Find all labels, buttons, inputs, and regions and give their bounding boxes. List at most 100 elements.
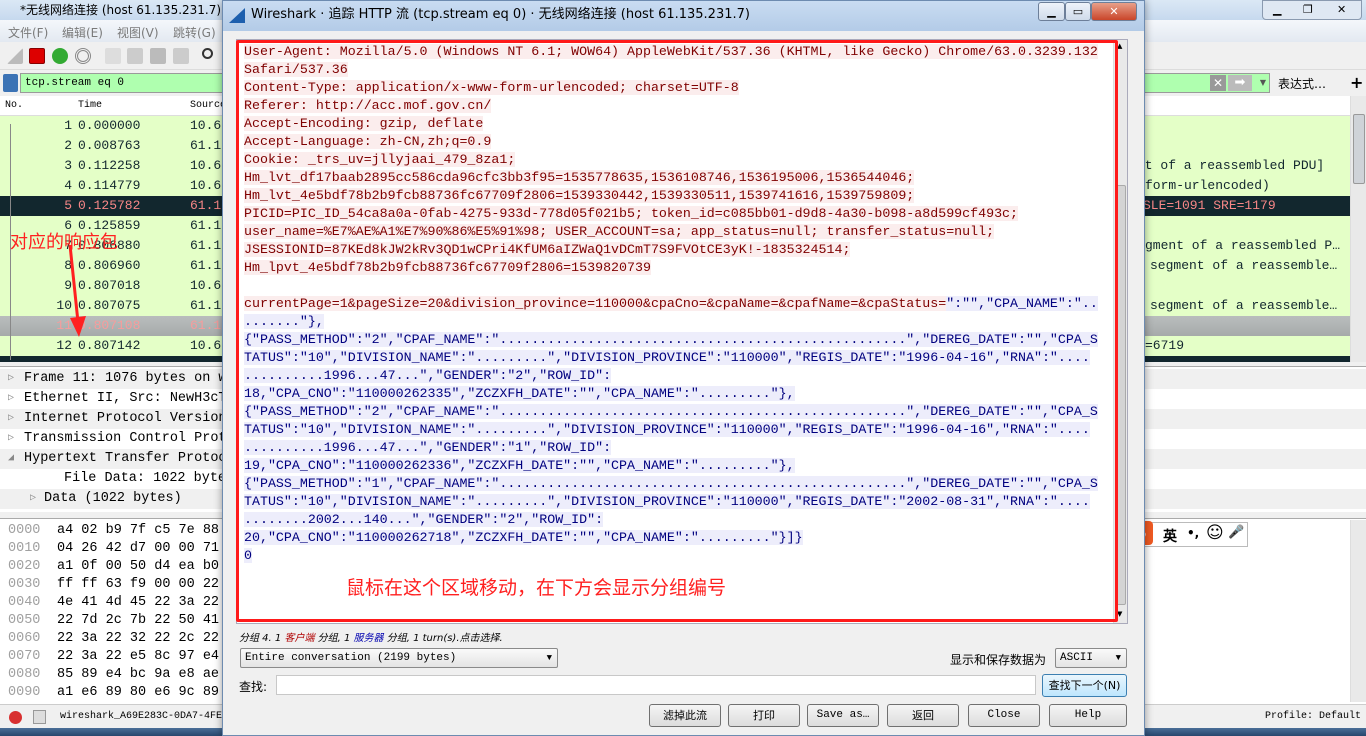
filter-history-dropdown-icon[interactable]: ▼: [1256, 75, 1270, 91]
hex-bytes: 85 89 e4 bc 9a e8 ae: [57, 667, 220, 682]
close-file-icon[interactable]: [150, 48, 166, 64]
ime-punctuation-icon[interactable]: •,: [1187, 526, 1199, 540]
hover-annotation: 鼠标在这个区域移动，在下方会显示分组编号: [346, 577, 727, 599]
highlight-box: [236, 40, 1118, 622]
conversation-select[interactable]: Entire conversation (2199 bytes) ▼: [240, 648, 558, 668]
chevron-down-icon: ▼: [1115, 653, 1121, 663]
scrollbar-thumb[interactable]: [1353, 114, 1365, 184]
clear-filter-icon[interactable]: ✕: [1210, 75, 1226, 91]
capture-comment-icon[interactable]: [33, 710, 46, 724]
dialog-minimize-button[interactable]: ▁: [1038, 2, 1065, 21]
hex-bytes: 22 7d 2c 7b 22 50 41: [57, 613, 220, 628]
expander-icon[interactable]: ◢: [8, 449, 14, 469]
status-mid: 分组, 1: [314, 633, 354, 644]
packet-source: 61.1: [190, 238, 222, 253]
expression-button[interactable]: 表达式…: [1278, 75, 1326, 92]
column-no[interactable]: No.: [5, 96, 23, 116]
packet-no: 2: [64, 138, 72, 153]
filter-out-stream-button[interactable]: 滤掉此流: [649, 704, 721, 727]
packet-source: 10.6: [190, 158, 222, 173]
menu-view[interactable]: 视图(V): [117, 24, 159, 41]
detail-text: Internet Protocol Version: [24, 411, 227, 426]
dialog-title-bar[interactable]: Wireshark · 追踪 HTTP 流 (tcp.stream eq 0) …: [223, 1, 1144, 31]
show-as-select[interactable]: ASCII ▼: [1055, 648, 1127, 668]
packet-source: 10.6: [190, 118, 222, 133]
ime-emoji-icon[interactable]: ☺: [1206, 523, 1224, 543]
packet-time: 0.008763: [78, 138, 141, 153]
packet-source: 10.6: [190, 178, 222, 193]
packet-list-scrollbar[interactable]: [1350, 96, 1366, 362]
close-button[interactable]: Close: [968, 704, 1040, 727]
restart-capture-icon[interactable]: [52, 48, 68, 64]
help-button[interactable]: Help: [1049, 704, 1127, 727]
search-icon[interactable]: [202, 48, 213, 59]
detail-text: Hypertext Transfer Protoc: [24, 451, 227, 466]
back-button[interactable]: 返回: [887, 704, 959, 727]
hex-offset: 0060: [8, 631, 41, 646]
packet-no: 4: [64, 178, 72, 193]
hex-offset: 0040: [8, 595, 41, 610]
menu-edit[interactable]: 编辑(E): [62, 24, 103, 41]
follow-http-stream-dialog: Wireshark · 追踪 HTTP 流 (tcp.stream eq 0) …: [222, 0, 1145, 736]
shark-fin-start-icon[interactable]: [7, 48, 23, 64]
ime-language-toggle[interactable]: 英: [1163, 526, 1177, 546]
minimize-icon[interactable]: ▁: [1273, 3, 1281, 16]
expander-icon[interactable]: ▷: [8, 369, 14, 389]
save-as-button[interactable]: Save as…: [807, 704, 879, 727]
open-file-icon[interactable]: [105, 48, 121, 64]
status-client: 客户端: [284, 633, 315, 644]
restore-icon[interactable]: ❐: [1303, 3, 1313, 16]
reload-file-icon[interactable]: [173, 48, 189, 64]
hex-offset: 0080: [8, 667, 41, 682]
packet-info: segment of a reassemble…: [1150, 258, 1338, 273]
packet-no: 3: [64, 158, 72, 173]
menu-go[interactable]: 跳转(G): [173, 24, 216, 41]
bookmark-icon[interactable]: [3, 74, 18, 92]
show-as-label: 显示和保存数据为: [950, 653, 1047, 667]
find-input[interactable]: [276, 675, 1036, 695]
packet-info: form-urlencoded): [1145, 178, 1270, 193]
packet-source: 10.6: [190, 338, 222, 353]
dialog-maximize-button[interactable]: ▭: [1065, 2, 1091, 21]
column-source[interactable]: Source: [190, 96, 226, 116]
capture-options-icon[interactable]: [75, 48, 91, 64]
packet-info: =6719: [1145, 338, 1185, 353]
packet-info: segment of a reassemble…: [1150, 298, 1338, 313]
packet-info: SLE=1091 SRE=1179: [1143, 198, 1276, 213]
dialog-title: Wireshark · 追踪 HTTP 流 (tcp.stream eq 0) …: [251, 7, 750, 22]
ime-microphone-icon[interactable]: 🎤: [1228, 525, 1244, 540]
detail-text: Ethernet II, Src: NewH3cT: [24, 391, 227, 406]
packet-source: 61.1: [190, 198, 222, 213]
print-button[interactable]: 打印: [728, 704, 800, 727]
apply-filter-icon[interactable]: ➡: [1228, 75, 1252, 91]
hex-offset: 0030: [8, 577, 41, 592]
packet-source: 61.1: [190, 138, 222, 153]
hex-bytes: 04 26 42 d7 00 00 71: [57, 541, 220, 556]
profile-label[interactable]: Profile: Default: [1265, 705, 1361, 729]
close-icon[interactable]: ✕: [1337, 3, 1346, 16]
packet-source: 10.6: [190, 278, 222, 293]
expander-icon[interactable]: ▷: [8, 429, 14, 449]
expander-icon[interactable]: ▷: [30, 489, 36, 509]
find-next-button[interactable]: 查找下一个(N): [1042, 674, 1127, 697]
hex-bytes: ff ff 63 f9 00 00 22: [57, 577, 220, 592]
expander-icon[interactable]: ▷: [8, 389, 14, 409]
ime-toolbar: S 英 •, ☺ 🎤: [1129, 521, 1248, 547]
expert-info-icon[interactable]: [9, 711, 22, 724]
status-server: 服务器: [353, 633, 384, 644]
hex-offset: 0020: [8, 559, 41, 574]
packet-time: 0.114779: [78, 178, 141, 193]
stop-capture-icon[interactable]: [29, 48, 45, 64]
expander-icon[interactable]: ▷: [8, 409, 14, 429]
packet-no: 1: [64, 118, 72, 133]
column-time[interactable]: Time: [78, 96, 102, 116]
menu-file[interactable]: 文件(F): [8, 24, 48, 41]
dialog-close-button[interactable]: ✕: [1091, 2, 1137, 21]
packet-source: 61.1: [190, 318, 222, 333]
bytes-pane-scrollbar[interactable]: [1350, 520, 1366, 702]
packet-summary-status: 分组 4. 1 客户端 分组, 1 服务器 分组, 1 turn(s).点击选择…: [239, 629, 503, 644]
add-filter-button[interactable]: +: [1350, 73, 1363, 92]
find-label: 查找:: [239, 680, 268, 694]
wireshark-fin-icon: [229, 8, 245, 23]
save-file-icon[interactable]: [127, 48, 143, 64]
